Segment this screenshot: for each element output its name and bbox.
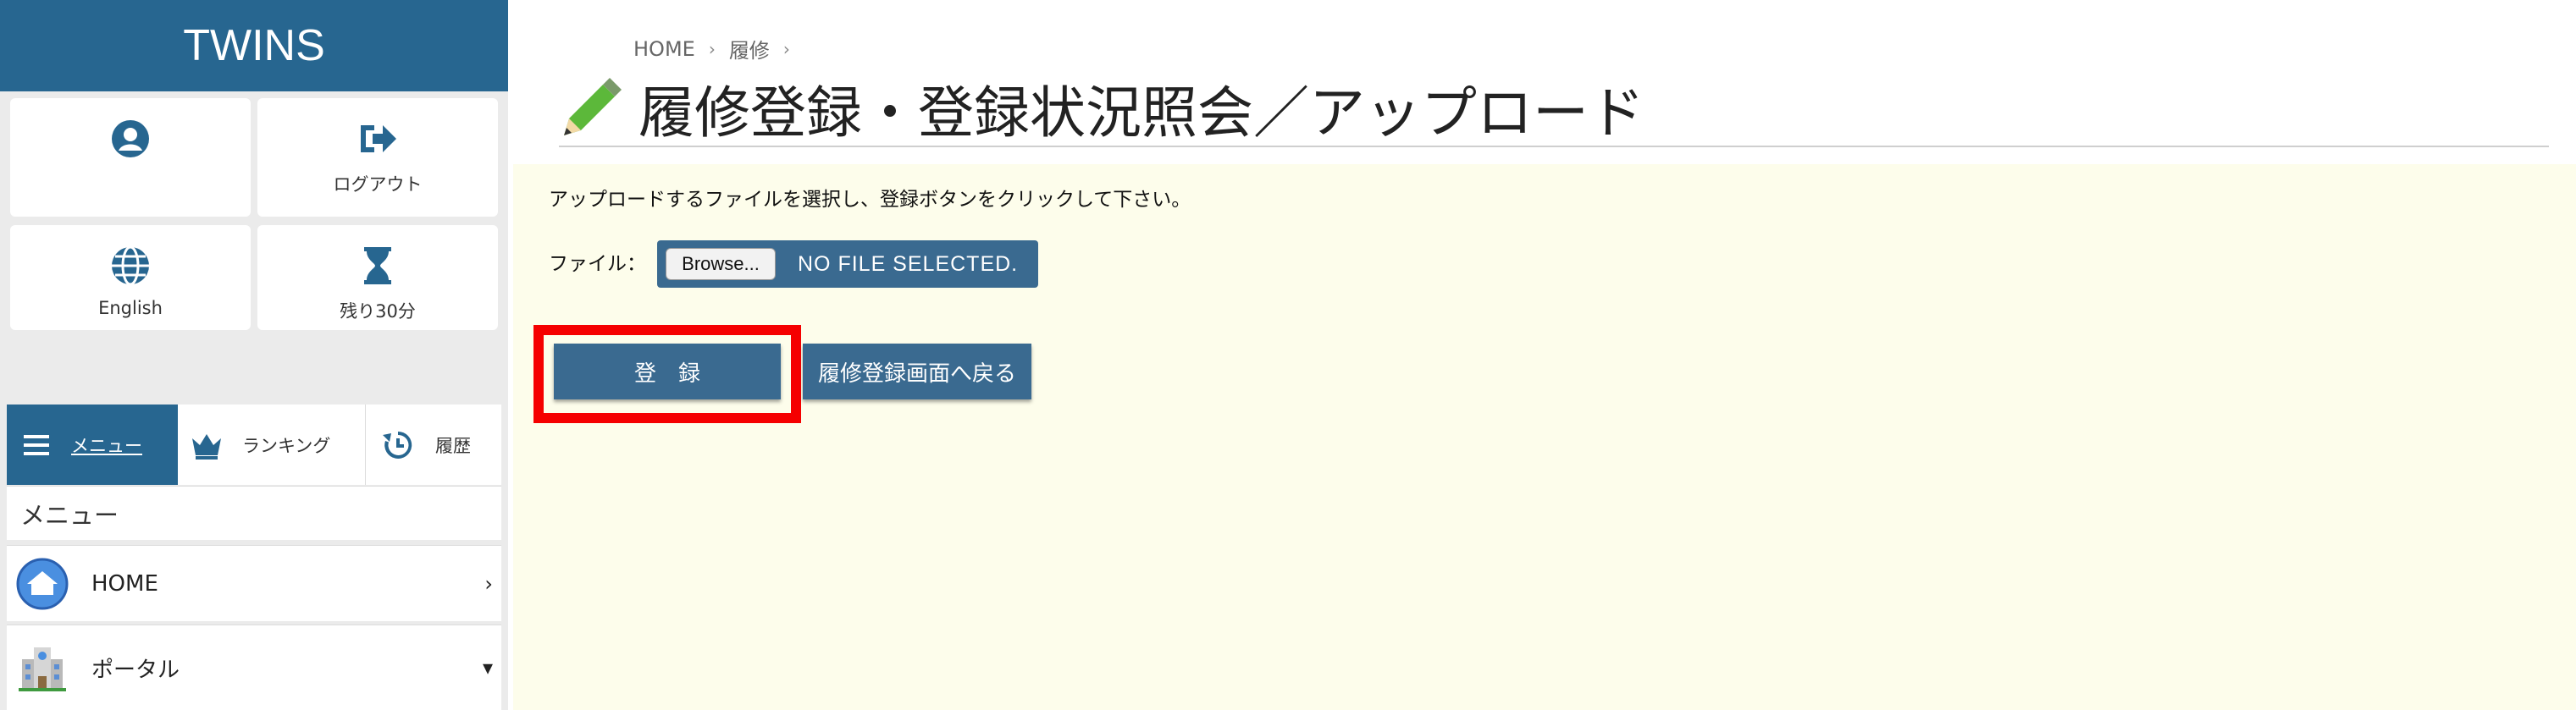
globe-icon xyxy=(112,245,149,286)
home-globe-icon xyxy=(16,558,69,609)
page-title: 履修登録・登録状況照会／アップロード xyxy=(638,80,1645,146)
logout-label: ログアウト xyxy=(333,174,423,195)
session-timer-tile[interactable]: 残り30分 xyxy=(257,225,498,330)
file-label: ファイル： xyxy=(549,253,646,275)
sidebar-item-portal-label: ポータル xyxy=(91,657,180,683)
timer-label: 残り30分 xyxy=(340,301,416,322)
breadcrumb-separator: › xyxy=(708,38,716,59)
language-tile[interactable]: English xyxy=(10,225,251,330)
tab-ranking-label: ランキング xyxy=(242,435,331,456)
brand-logo[interactable]: TWINS xyxy=(0,0,508,91)
user-circle-icon xyxy=(112,120,149,157)
history-icon xyxy=(383,431,412,459)
hourglass-icon xyxy=(364,247,391,284)
breadcrumb-home[interactable]: HOME xyxy=(633,37,695,61)
sidebar: TWINS ログアウト English 残り30分 メニュー ランキング 履歴 … xyxy=(0,0,508,710)
tab-menu-label: メニュー xyxy=(71,435,142,456)
crown-icon xyxy=(192,433,221,460)
sidebar-item-home[interactable]: HOME › xyxy=(7,545,501,621)
upload-instruction: アップロードするファイルを選択し、登録ボタンをクリックして下さい。 xyxy=(549,189,1191,211)
tab-history[interactable]: 履歴 xyxy=(366,405,501,485)
language-label: English xyxy=(98,298,163,318)
title-divider xyxy=(559,146,2549,147)
sidebar-item-portal[interactable]: ポータル ▾ xyxy=(7,625,501,710)
breadcrumb-course[interactable]: 履修 xyxy=(729,34,770,63)
logout-tile[interactable]: ログアウト xyxy=(257,98,498,217)
menu-heading: メニュー xyxy=(7,486,501,540)
page-header: 履修登録・登録状況照会／アップロード xyxy=(559,69,1645,147)
breadcrumb: HOME › 履修 › xyxy=(633,34,790,63)
file-input[interactable]: Browse... NO FILE SELECTED. xyxy=(657,240,1038,288)
browse-button[interactable]: Browse... xyxy=(666,248,776,280)
back-to-registration-button[interactable]: 履修登録画面へ戻る xyxy=(803,344,1031,399)
file-status: NO FILE SELECTED. xyxy=(798,251,1019,276)
register-button[interactable]: 登録 xyxy=(554,344,781,399)
tab-ranking[interactable]: ランキング xyxy=(178,405,366,485)
chevron-right-icon: › xyxy=(484,571,493,596)
sidebar-tabs: メニュー ランキング 履歴 xyxy=(7,405,501,485)
tab-history-label: 履歴 xyxy=(435,435,471,456)
tab-menu[interactable]: メニュー xyxy=(7,405,178,485)
pencil-icon xyxy=(564,78,622,135)
hamburger-icon xyxy=(24,434,49,455)
sidebar-item-home-label: HOME xyxy=(91,570,158,597)
caret-down-icon: ▾ xyxy=(482,656,493,680)
logout-icon xyxy=(361,125,396,152)
breadcrumb-separator: › xyxy=(782,38,790,59)
user-profile-tile[interactable] xyxy=(10,98,251,217)
building-icon xyxy=(19,647,66,691)
